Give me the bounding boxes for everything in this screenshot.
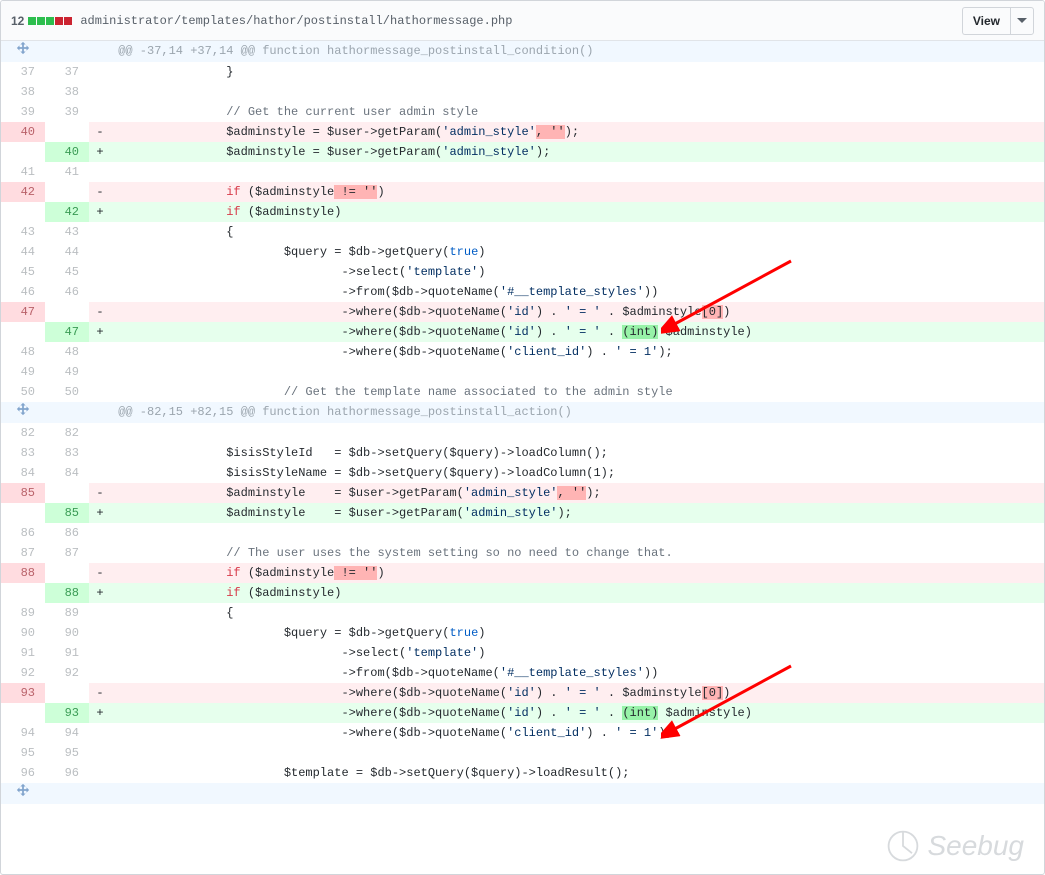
more-button[interactable] bbox=[1010, 7, 1034, 35]
code-line: 8787 // The user uses the system setting… bbox=[1, 543, 1044, 563]
diff-view: 12 administrator/templates/hathor/postin… bbox=[0, 0, 1045, 875]
hunk-expand[interactable] bbox=[1, 783, 1044, 804]
deleted-line: 47- ->where($db->quoteName('id') . ' = '… bbox=[1, 302, 1044, 322]
code-line: 9696 $template = $db->setQuery($query)->… bbox=[1, 763, 1044, 783]
code-line: 3737 } bbox=[1, 62, 1044, 82]
block-del bbox=[64, 17, 72, 25]
block-add bbox=[37, 17, 45, 25]
deleted-line: 93- ->where($db->quoteName('id') . ' = '… bbox=[1, 683, 1044, 703]
code-line: 9494 ->where($db->quoteName('client_id')… bbox=[1, 723, 1044, 743]
code-line: 9090 $query = $db->getQuery(true) bbox=[1, 623, 1044, 643]
btn-group: View bbox=[962, 7, 1034, 35]
block-add bbox=[46, 17, 54, 25]
code-line: 8989 { bbox=[1, 603, 1044, 623]
code-line: 4646 ->from($db->quoteName('#__template_… bbox=[1, 282, 1044, 302]
code-line: 4949 bbox=[1, 362, 1044, 382]
diff-table: @@ -37,14 +37,14 @@ function hathormessa… bbox=[1, 41, 1044, 804]
block-add bbox=[28, 17, 36, 25]
added-line: 47+ ->where($db->quoteName('id') . ' = '… bbox=[1, 322, 1044, 342]
expand-icon bbox=[16, 783, 30, 797]
code-line: 9191 ->select('template') bbox=[1, 643, 1044, 663]
expand-icon bbox=[16, 41, 30, 55]
watermark: Seebug bbox=[885, 828, 1024, 864]
chevron-down-icon bbox=[1017, 18, 1027, 24]
added-line: 93+ ->where($db->quoteName('id') . ' = '… bbox=[1, 703, 1044, 723]
deleted-line: 88- if ($adminstyle != '') bbox=[1, 563, 1044, 583]
added-line: 40+ $adminstyle = $user->getParam('admin… bbox=[1, 142, 1044, 162]
added-line: 42+ if ($adminstyle) bbox=[1, 202, 1044, 222]
diff-count: 12 bbox=[11, 14, 24, 28]
file-header: 12 administrator/templates/hathor/postin… bbox=[1, 1, 1044, 41]
code-line: 5050 // Get the template name associated… bbox=[1, 382, 1044, 402]
diffstat[interactable]: 12 bbox=[11, 14, 72, 28]
block-del bbox=[55, 17, 63, 25]
code-line: 4343 { bbox=[1, 222, 1044, 242]
code-line: 3939 // Get the current user admin style bbox=[1, 102, 1044, 122]
diff-blocks bbox=[28, 17, 72, 25]
deleted-line: 42- if ($adminstyle != '') bbox=[1, 182, 1044, 202]
code-line: 8282 bbox=[1, 423, 1044, 443]
hunk-text: @@ -82,15 +82,15 @@ function hathormessa… bbox=[111, 402, 1044, 423]
code-line: 4848 ->where($db->quoteName('client_id')… bbox=[1, 342, 1044, 362]
code-line: 8383 $isisStyleId = $db->setQuery($query… bbox=[1, 443, 1044, 463]
code-line: 9292 ->from($db->quoteName('#__template_… bbox=[1, 663, 1044, 683]
expand-icon bbox=[16, 402, 30, 416]
view-button[interactable]: View bbox=[962, 7, 1010, 35]
code-line: 3838 bbox=[1, 82, 1044, 102]
code-line: 8484 $isisStyleName = $db->setQuery($que… bbox=[1, 463, 1044, 483]
code-line: 8686 bbox=[1, 523, 1044, 543]
code-line: 9595 bbox=[1, 743, 1044, 763]
code-line: 4545 ->select('template') bbox=[1, 262, 1044, 282]
hunk-text: @@ -37,14 +37,14 @@ function hathormessa… bbox=[111, 41, 1044, 62]
file-path[interactable]: administrator/templates/hathor/postinsta… bbox=[80, 14, 962, 28]
code-line: 4141 bbox=[1, 162, 1044, 182]
seebug-icon bbox=[885, 828, 921, 864]
hunk-header[interactable]: @@ -37,14 +37,14 @@ function hathormessa… bbox=[1, 41, 1044, 62]
code-line: 4444 $query = $db->getQuery(true) bbox=[1, 242, 1044, 262]
watermark-text: Seebug bbox=[927, 830, 1024, 862]
deleted-line: 40- $adminstyle = $user->getParam('admin… bbox=[1, 122, 1044, 142]
added-line: 85+ $adminstyle = $user->getParam('admin… bbox=[1, 503, 1044, 523]
hunk-header[interactable]: @@ -82,15 +82,15 @@ function hathormessa… bbox=[1, 402, 1044, 423]
added-line: 88+ if ($adminstyle) bbox=[1, 583, 1044, 603]
deleted-line: 85- $adminstyle = $user->getParam('admin… bbox=[1, 483, 1044, 503]
